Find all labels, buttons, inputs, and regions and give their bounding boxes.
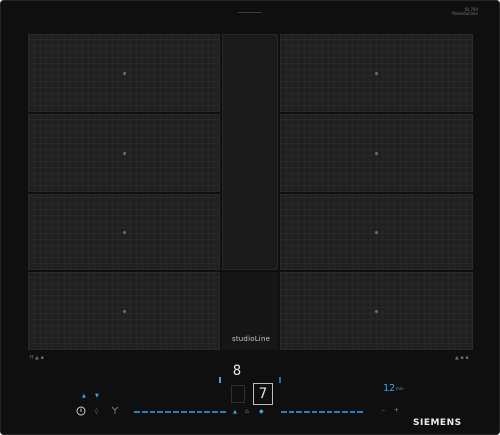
power-icon[interactable] <box>76 406 86 416</box>
zone-power-display-top: 8 <box>232 363 242 379</box>
zone-center-dot <box>375 230 378 234</box>
series-label: studioLine <box>232 335 271 343</box>
induction-hob: IQ 700 flexInduction studioLine ﬀ ▲ ▪ ▲ … <box>0 0 500 435</box>
cooking-zone-left-4[interactable] <box>28 272 220 350</box>
cooking-zone-right-4[interactable] <box>280 272 473 350</box>
left-indicator-bar <box>219 377 221 383</box>
zone-center-dot <box>122 309 126 313</box>
model-label: IQ 700 flexInduction <box>452 8 478 16</box>
top-marker <box>238 12 262 13</box>
zone-select-right-icon[interactable]: ◆ <box>259 408 264 416</box>
zone-select-icon[interactable]: ⌂ <box>245 408 249 416</box>
right-zone-mark: ▲ ▪ ▪ <box>455 355 469 361</box>
inactive-display-box <box>231 385 245 403</box>
center-zone-strip <box>222 34 278 270</box>
timer-display[interactable]: 12 <box>383 384 395 394</box>
fan-icon[interactable] <box>110 405 120 415</box>
cooking-zone-right-2[interactable] <box>280 114 473 192</box>
left-zone-mark: ﬀ ▲ ▪ <box>30 355 44 361</box>
right-indicator-bar <box>279 377 281 383</box>
right-power-slider[interactable] <box>281 409 364 415</box>
zone-center-dot <box>375 71 378 75</box>
cooking-zone-right-1[interactable] <box>280 34 473 112</box>
zone-center-dot <box>375 309 378 313</box>
zone-center-dot <box>122 151 126 155</box>
zone-power-display-active: 7 <box>253 383 273 405</box>
up-arrow-icon[interactable]: ▲ <box>82 392 86 400</box>
zone-center-dot <box>122 230 126 234</box>
timer-minus-icon[interactable]: – <box>382 407 385 415</box>
zone-center-dot <box>122 71 126 75</box>
timer-unit-label: min <box>396 386 404 391</box>
cooking-zone-right-3[interactable] <box>280 194 473 270</box>
model-label-line2: flexInduction <box>452 11 478 16</box>
down-arrow-icon[interactable]: ▼ <box>95 392 99 400</box>
cooking-zone-left-2[interactable] <box>28 114 220 192</box>
lock-icon[interactable]: ◊ <box>95 408 98 416</box>
cooking-zone-left-3[interactable] <box>28 194 220 270</box>
left-power-slider[interactable] <box>134 409 226 415</box>
timer-plus-icon[interactable]: + <box>394 407 399 415</box>
zone-center-dot <box>375 151 378 155</box>
brand-logo: SIEMENS <box>413 418 462 428</box>
cooking-zone-left-1[interactable] <box>28 34 220 112</box>
boost-icon[interactable]: ▲ <box>233 408 237 416</box>
